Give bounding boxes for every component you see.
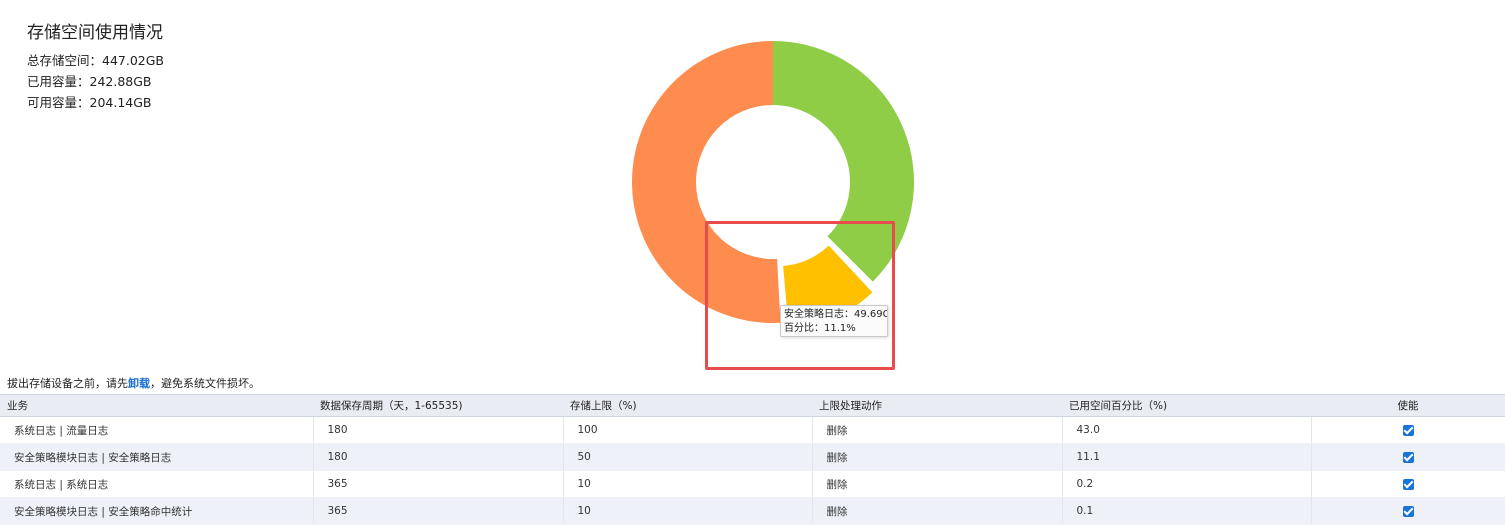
table-row[interactable]: 系统日志 | 系统日志 365 10 删除 0.2 <box>0 470 1505 498</box>
table-header-row: 业务 数据保存周期（天，1-65535) 存储上限（%) 上限处理动作 已用空间… <box>0 394 1505 417</box>
cell-period: 180 <box>313 443 564 471</box>
used-capacity: 已用容量：242.88GB <box>27 74 152 89</box>
highlight-box <box>705 221 895 370</box>
storage-summary: 存储空间使用情况 总存储空间：447.02GB 已用容量：242.88GB 可用… <box>27 18 164 113</box>
cell-action: 删除 <box>812 470 1063 498</box>
col-header-used-pct[interactable]: 已用空间百分比（%) <box>1062 394 1311 417</box>
cell-limit: 50 <box>563 443 813 471</box>
table-row[interactable]: 安全策略模块日志 | 安全策略日志 180 50 删除 11.1 <box>0 443 1505 471</box>
cell-enabled <box>1311 443 1505 471</box>
cell-period: 365 <box>313 497 564 525</box>
col-header-enabled[interactable]: 使能 <box>1311 394 1505 417</box>
cell-action: 删除 <box>812 497 1063 525</box>
cell-used-pct: 0.1 <box>1062 497 1312 525</box>
enabled-checkbox[interactable] <box>1402 505 1414 517</box>
cell-limit: 100 <box>563 416 813 444</box>
available-capacity: 可用容量：204.14GB <box>27 95 152 110</box>
cell-service: 安全策略模块日志 | 安全策略日志 <box>0 443 314 471</box>
cell-used-pct: 11.1 <box>1062 443 1312 471</box>
table-row[interactable]: 系统日志 | 流量日志 180 100 删除 43.0 <box>0 416 1505 444</box>
enabled-checkbox[interactable] <box>1402 424 1414 436</box>
cell-action: 删除 <box>812 443 1063 471</box>
col-header-period[interactable]: 数据保存周期（天，1-65535) <box>313 394 563 417</box>
cell-limit: 10 <box>563 497 813 525</box>
cell-period: 365 <box>313 470 564 498</box>
tooltip-line-size: 安全策略日志：49.69GB <box>784 309 888 320</box>
cell-service: 系统日志 | 系统日志 <box>0 470 314 498</box>
enabled-checkbox[interactable] <box>1402 478 1414 490</box>
unmount-link[interactable]: 卸载 <box>128 377 150 390</box>
cell-enabled <box>1311 470 1505 498</box>
chart-tooltip: 安全策略日志：49.69GB 百分比：11.1% <box>780 305 888 337</box>
total-storage: 总存储空间：447.02GB <box>27 53 164 68</box>
tooltip-line-percent: 百分比：11.1% <box>784 323 856 334</box>
col-header-action[interactable]: 上限处理动作 <box>812 394 1062 417</box>
enabled-checkbox[interactable] <box>1402 451 1414 463</box>
cell-service: 系统日志 | 流量日志 <box>0 416 314 444</box>
table-row[interactable]: 安全策略模块日志 | 安全策略命中统计 365 10 删除 0.1 <box>0 497 1505 525</box>
notice-text-after: ，避免系统文件损坏。 <box>150 377 260 390</box>
cell-action: 删除 <box>812 416 1063 444</box>
cell-limit: 10 <box>563 470 813 498</box>
col-header-service[interactable]: 业务 <box>0 394 313 417</box>
cell-enabled <box>1311 416 1505 444</box>
cell-service: 安全策略模块日志 | 安全策略命中统计 <box>0 497 314 525</box>
cell-used-pct: 0.2 <box>1062 470 1312 498</box>
cell-enabled <box>1311 497 1505 525</box>
cell-used-pct: 43.0 <box>1062 416 1312 444</box>
storage-policy-table: 业务 数据保存周期（天，1-65535) 存储上限（%) 上限处理动作 已用空间… <box>0 394 1505 525</box>
storage-title: 存储空间使用情况 <box>27 23 163 43</box>
cell-period: 180 <box>313 416 564 444</box>
notice-text-before: 拔出存储设备之前，请先 <box>7 377 128 390</box>
eject-notice: 拔出存储设备之前，请先卸载，避免系统文件损坏。 <box>7 375 260 391</box>
col-header-limit[interactable]: 存储上限（%) <box>563 394 812 417</box>
